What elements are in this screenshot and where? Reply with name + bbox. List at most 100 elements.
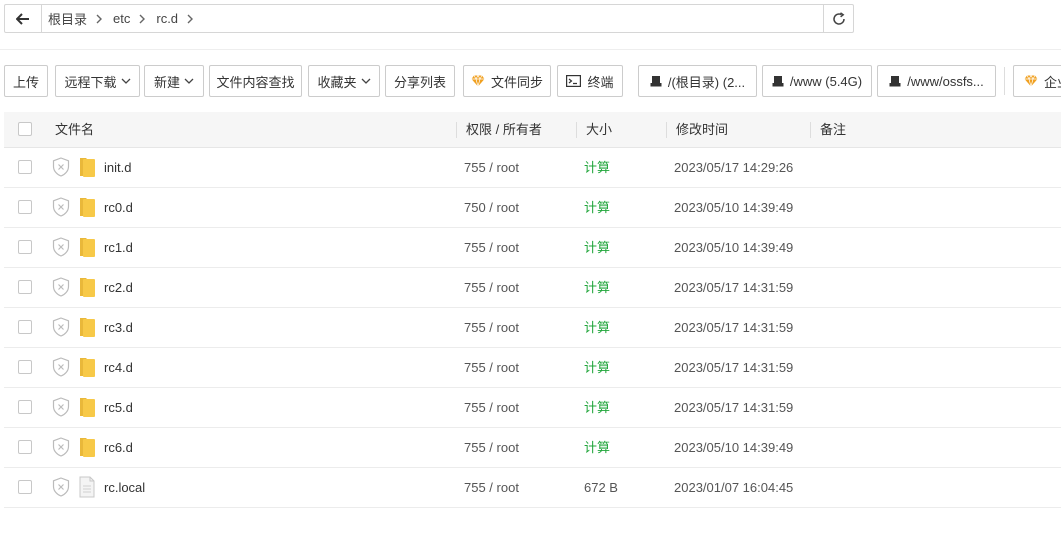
row-checkbox[interactable] xyxy=(18,360,32,374)
size-calc-link[interactable]: 计算 xyxy=(584,188,610,227)
favorites-button[interactable]: 收藏夹 xyxy=(308,65,380,97)
table-row[interactable]: init.d 755 / root 计算 2023/05/17 14:29:26 xyxy=(4,148,1061,188)
file-name[interactable]: rc3.d xyxy=(104,308,133,347)
file-name[interactable]: rc0.d xyxy=(104,188,133,227)
file-name[interactable]: rc2.d xyxy=(104,268,133,307)
row-checkbox[interactable] xyxy=(18,320,32,334)
file-permission[interactable]: 755 / root xyxy=(464,148,519,187)
breadcrumb-item-root[interactable]: 根目录 xyxy=(48,9,87,28)
chevron-right-icon xyxy=(95,14,103,24)
chevron-down-icon xyxy=(121,78,131,84)
shield-icon[interactable] xyxy=(52,397,70,420)
chevron-right-icon xyxy=(138,14,146,24)
file-mtime: 2023/05/17 14:31:59 xyxy=(674,360,794,375)
file-mtime: 2023/01/07 16:04:45 xyxy=(674,480,794,495)
table-row[interactable]: rc4.d 755 / root 计算 2023/05/17 14:31:59 xyxy=(4,348,1061,388)
size-calc-link[interactable]: 计算 xyxy=(584,308,610,347)
file-name[interactable]: init.d xyxy=(104,148,131,187)
path-bar: 根目录 etc rc.d xyxy=(4,4,854,33)
content-search-label: 文件内容查找 xyxy=(216,74,295,90)
disk-icon xyxy=(889,75,901,87)
size-calc-link[interactable]: 计算 xyxy=(584,428,610,467)
folder-icon xyxy=(78,316,96,341)
size-calc-link[interactable]: 计算 xyxy=(584,388,610,427)
table-header: 文件名 权限 / 所有者 大小 修改时间 备注 xyxy=(4,112,1061,148)
share-list-button[interactable]: 分享列表 xyxy=(385,65,455,97)
file-permission[interactable]: 755 / root xyxy=(464,348,519,387)
table-row[interactable]: rc5.d 755 / root 计算 2023/05/17 14:31:59 xyxy=(4,388,1061,428)
file-permission[interactable]: 755 / root xyxy=(464,388,519,427)
column-divider xyxy=(666,122,667,138)
back-button[interactable] xyxy=(5,5,42,32)
breadcrumb-item-rcd[interactable]: rc.d xyxy=(156,11,178,26)
row-checkbox[interactable] xyxy=(18,240,32,254)
row-checkbox[interactable] xyxy=(18,400,32,414)
upload-button[interactable]: 上传 xyxy=(4,65,48,97)
enterprise-label: 企业 xyxy=(1044,74,1061,90)
shield-icon[interactable] xyxy=(52,357,70,380)
file-permission[interactable]: 755 / root xyxy=(464,428,519,467)
enterprise-button[interactable]: 企业 xyxy=(1013,65,1061,97)
refresh-icon xyxy=(832,11,845,25)
remote-download-label: 远程下载 xyxy=(64,74,117,90)
chevron-down-icon xyxy=(184,78,194,84)
size-calc-link[interactable]: 计算 xyxy=(584,268,610,307)
size-calc-link[interactable]: 计算 xyxy=(584,148,610,187)
disk-icon xyxy=(650,75,662,87)
table-row[interactable]: rc6.d 755 / root 计算 2023/05/10 14:39:49 xyxy=(4,428,1061,468)
folder-icon xyxy=(78,396,96,421)
file-mtime: 2023/05/17 14:29:26 xyxy=(674,160,794,175)
file-name[interactable]: rc.local xyxy=(104,468,145,507)
row-checkbox[interactable] xyxy=(18,480,32,494)
header-size[interactable]: 大小 xyxy=(586,112,612,147)
divider xyxy=(0,49,1061,50)
disk-ossfs-button[interactable]: /www/ossfs... xyxy=(877,65,996,97)
table-row[interactable]: rc2.d 755 / root 计算 2023/05/17 14:31:59 xyxy=(4,268,1061,308)
new-button[interactable]: 新建 xyxy=(144,65,204,97)
file-permission[interactable]: 755 / root xyxy=(464,468,519,507)
shield-icon[interactable] xyxy=(52,157,70,180)
file-mtime: 2023/05/10 14:39:49 xyxy=(674,200,794,215)
shield-icon[interactable] xyxy=(52,437,70,460)
size-calc-link[interactable]: 计算 xyxy=(584,348,610,387)
file-name[interactable]: rc5.d xyxy=(104,388,133,427)
size-calc-link[interactable]: 计算 xyxy=(584,228,610,267)
file-permission[interactable]: 755 / root xyxy=(464,268,519,307)
row-checkbox[interactable] xyxy=(18,200,32,214)
shield-icon[interactable] xyxy=(52,237,70,260)
file-name[interactable]: rc6.d xyxy=(104,428,133,467)
favorites-label: 收藏夹 xyxy=(317,74,357,90)
header-note: 备注 xyxy=(820,122,847,137)
row-checkbox[interactable] xyxy=(18,440,32,454)
row-checkbox[interactable] xyxy=(18,280,32,294)
header-filename[interactable]: 文件名 xyxy=(55,112,94,147)
disk-root-label: /(根目录) (2... xyxy=(667,74,746,90)
table-row[interactable]: rc3.d 755 / root 计算 2023/05/17 14:31:59 xyxy=(4,308,1061,348)
refresh-button[interactable] xyxy=(823,5,853,32)
remote-download-button[interactable]: 远程下载 xyxy=(55,65,140,97)
file-permission[interactable]: 755 / root xyxy=(464,308,519,347)
row-checkbox[interactable] xyxy=(18,160,32,174)
table-row[interactable]: rc.local 755 / root 672 B 2023/01/07 16:… xyxy=(4,468,1061,508)
header-permission[interactable]: 权限 / 所有者 xyxy=(466,112,542,147)
disk-root-button[interactable]: /(根目录) (2... xyxy=(638,65,757,97)
select-all-checkbox[interactable] xyxy=(18,122,32,136)
column-divider xyxy=(456,122,457,138)
shield-icon[interactable] xyxy=(52,277,70,300)
file-name[interactable]: rc4.d xyxy=(104,348,133,387)
shield-icon[interactable] xyxy=(52,477,70,500)
table-row[interactable]: rc0.d 750 / root 计算 2023/05/10 14:39:49 xyxy=(4,188,1061,228)
disk-www-button[interactable]: /www (5.4G) xyxy=(762,65,872,97)
header-mtime[interactable]: 修改时间 xyxy=(676,112,728,147)
file-sync-button[interactable]: 文件同步 xyxy=(463,65,551,97)
shield-icon[interactable] xyxy=(52,317,70,340)
table-row[interactable]: rc1.d 755 / root 计算 2023/05/10 14:39:49 xyxy=(4,228,1061,268)
terminal-button[interactable]: 终端 xyxy=(557,65,623,97)
file-permission[interactable]: 750 / root xyxy=(464,188,519,227)
content-search-button[interactable]: 文件内容查找 xyxy=(209,65,302,97)
file-permission[interactable]: 755 / root xyxy=(464,228,519,267)
shield-icon[interactable] xyxy=(52,197,70,220)
file-name[interactable]: rc1.d xyxy=(104,228,133,267)
breadcrumb-item-etc[interactable]: etc xyxy=(113,11,130,26)
upload-label: 上传 xyxy=(12,74,39,90)
